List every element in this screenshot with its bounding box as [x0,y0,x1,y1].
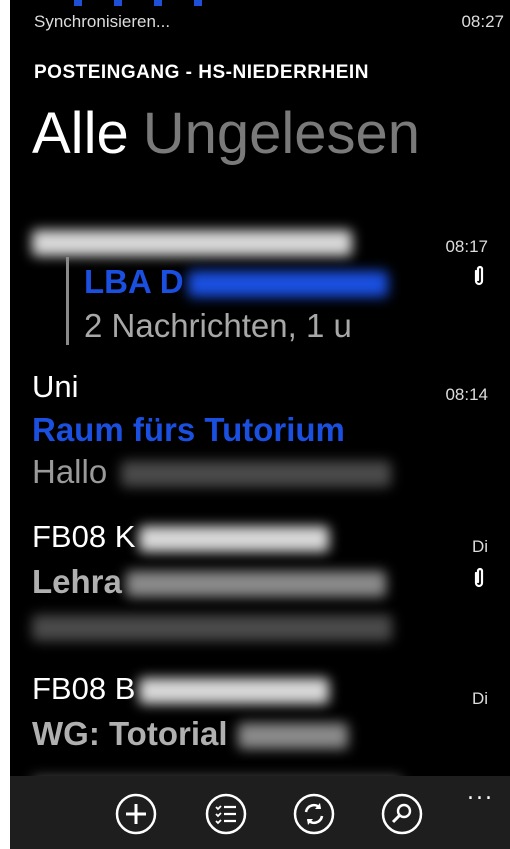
sync-status: Synchronisieren... [34,12,171,31]
message-sender: FB08 K [32,519,330,555]
sender-text: FB08 B [32,671,136,706]
message-subject: Raum fürs Tutorium [32,411,345,448]
list-item[interactable]: 08:17 LBA D 2 Nachrichten, 1 u [10,215,510,355]
message-sender: Uni [32,369,79,404]
message-subject: Lehra [32,563,386,601]
subject-text: WG: Totorial [32,715,228,752]
pivot-tab-unread[interactable]: Ungelesen [143,101,420,166]
redacted-preview [121,461,392,488]
thread-indicator [66,257,69,345]
attachment-icon [474,567,484,588]
message-time: 08:17 [445,237,488,256]
redacted-subject [187,271,388,298]
status-bar: Synchronisieren... 08:27 [34,10,504,34]
subject-text: LBA D [84,263,184,300]
message-preview [32,607,392,645]
attachment-icon [474,265,484,286]
sync-icon[interactable] [292,792,336,836]
pivot-header: Alle Ungelesen [32,100,420,180]
app-bar: ... [10,776,510,849]
phone-screen: Synchronisieren... 08:27 POSTEINGANG - H… [10,0,510,849]
add-icon[interactable] [114,792,158,836]
message-subject: WG: Totorial [32,715,348,753]
message-time: 08:14 [445,385,488,404]
redacted-sender [139,525,330,552]
pivot-tab-all[interactable]: Alle [32,101,129,166]
clock: 08:27 [461,12,504,31]
message-sender [32,223,352,259]
account-title: POSTEINGANG - HS-NIEDERRHEIN [34,62,369,83]
message-preview: 2 Nachrichten, 1 u [84,307,352,344]
preview-text: Hallo [32,453,108,490]
redacted-subject [237,723,348,750]
redacted-subject [125,571,386,598]
message-subject: LBA D [84,263,388,301]
message-sender: FB08 B [32,671,330,707]
search-icon[interactable] [380,792,424,836]
list-item[interactable]: Uni 08:14 Raum fürs Tutorium Hallo [10,365,510,495]
redacted-sender [139,677,330,704]
subject-text: Lehra [32,563,122,600]
redacted-preview [32,615,392,642]
accent-indicator [74,0,224,8]
message-time: Di [471,689,488,708]
message-time: Di [471,537,488,556]
redacted-sender [32,229,352,256]
more-options-icon[interactable]: ... [467,780,494,805]
sender-text: FB08 K [32,519,136,554]
list-item[interactable]: FB08 K Di Lehra [10,515,510,655]
message-preview: Hallo [32,453,392,491]
select-icon[interactable] [204,792,248,836]
